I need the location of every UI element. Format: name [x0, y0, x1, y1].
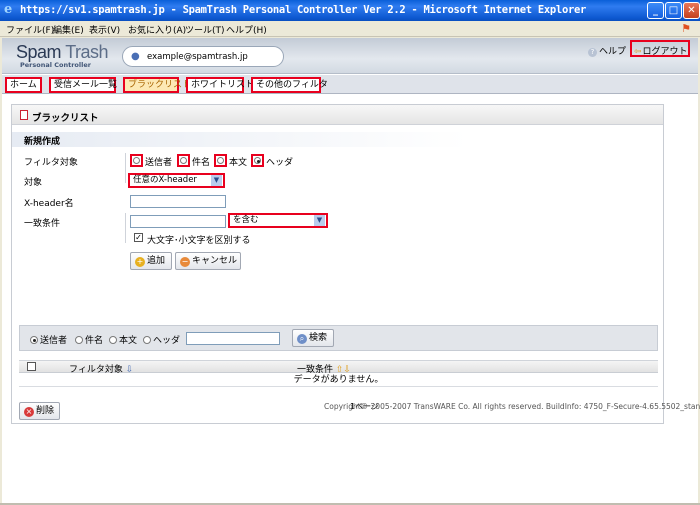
delete-button[interactable]: × 削除	[19, 402, 60, 420]
close-button[interactable]: ✕	[683, 2, 700, 19]
window-titlebar: e https://sv1.spamtrash.jp - SpamTrash P…	[0, 0, 700, 21]
tab-other-filters[interactable]: その他のフィルタ	[251, 77, 328, 93]
filter-option-sender: 送信者	[145, 158, 173, 168]
search-radio-body[interactable]: 本文	[109, 333, 137, 346]
nav-tabs: ホーム 受信メール一覧 ブラックリスト ホワイトリスト その他のフィルタ	[2, 75, 698, 94]
menu-favorites[interactable]: お気に入り(A)	[128, 23, 186, 36]
menu-tools[interactable]: ツール(T)	[185, 23, 225, 36]
user-icon: ●	[131, 51, 140, 62]
filter-radio-header[interactable]	[251, 154, 264, 167]
spamtrash-logo: Spam Trash Personal Controller	[16, 42, 116, 69]
logo-subtitle: Personal Controller	[20, 61, 91, 69]
form-divider-2	[125, 213, 126, 243]
table-header: フィルタ対象 ⇩ 一致条件 ⇧⇩	[19, 360, 658, 375]
xheader-input[interactable]	[130, 195, 226, 208]
help-icon: ?	[588, 48, 597, 57]
maximize-button[interactable]: □	[665, 2, 682, 19]
logout-button[interactable]: ⇦ログアウト	[630, 40, 690, 57]
target-label: 対象	[24, 178, 43, 188]
target-select[interactable]: 任意のX-header ▼	[128, 173, 225, 188]
case-sensitive-label: 大文字･小文字を区別する	[147, 236, 251, 246]
chevron-down-icon: ▼	[314, 215, 325, 226]
menu-file[interactable]: ファイル(F)	[6, 23, 54, 36]
search-radio-sender[interactable]: 送信者	[30, 333, 67, 346]
panel-header: ブラックリスト	[12, 105, 663, 125]
menu-edit[interactable]: 編集(E)	[53, 23, 84, 36]
window-title: https://sv1.spamtrash.jp - SpamTrash Per…	[20, 4, 587, 16]
filter-target-label: フィルタ対象	[24, 158, 78, 168]
match-select[interactable]: を含む ▼	[228, 213, 328, 228]
match-label: 一致条件	[24, 219, 61, 229]
filter-option-subject: 件名	[192, 158, 211, 168]
minimize-button[interactable]: _	[647, 2, 664, 19]
menu-help[interactable]: ヘルプ(H)	[226, 23, 267, 36]
menu-bar: ファイル(F) 編集(E) 表示(V) お気に入り(A) ツール(T) ヘルプ(…	[0, 21, 700, 37]
user-account: ● example@spamtrash.jp	[122, 46, 284, 67]
copyright: Copyright© 2005-2007 TransWARE Co. All r…	[324, 402, 700, 411]
filter-option-header: ヘッダ	[266, 158, 294, 168]
tab-inbox[interactable]: 受信メール一覧	[49, 77, 117, 93]
search-input[interactable]	[186, 332, 280, 345]
logout-icon: ⇦	[634, 47, 642, 57]
ie-icon: e	[4, 2, 13, 17]
search-radio-subject[interactable]: 件名	[75, 333, 103, 346]
help-link[interactable]: ? ヘルプ	[588, 44, 626, 57]
tab-blacklist[interactable]: ブラックリスト	[123, 77, 191, 93]
user-email: example@spamtrash.jp	[147, 52, 248, 62]
form-divider	[125, 153, 126, 183]
filter-option-body: 本文	[229, 158, 248, 168]
app-header: Spam Trash Personal Controller ● example…	[2, 38, 698, 74]
cancel-icon: −	[180, 257, 190, 267]
logo-thin: Trash	[65, 42, 109, 62]
search-radio-header[interactable]: ヘッダ	[143, 333, 180, 346]
empty-message: データがありません。	[19, 374, 658, 387]
section-title: 新規作成	[12, 132, 663, 147]
blacklist-panel: ブラックリスト 新規作成 フィルタ対象 送信者 件名 本文 ヘッダ 対象 任意の…	[11, 104, 664, 424]
search-bar: 送信者 件名 本文 ヘッダ ⌕ 検索	[19, 325, 658, 351]
page-icon	[20, 110, 28, 120]
tab-whitelist[interactable]: ホワイトリスト	[186, 77, 254, 93]
delete-icon: ×	[24, 407, 34, 417]
filter-radio-sender[interactable]	[130, 154, 143, 167]
match-input[interactable]	[130, 215, 226, 228]
search-icon: ⌕	[297, 334, 307, 344]
tab-home[interactable]: ホーム	[5, 77, 42, 93]
page-content: Spam Trash Personal Controller ● example…	[2, 38, 700, 503]
panel-title: ブラックリスト	[32, 113, 99, 124]
case-sensitive-checkbox[interactable]: ✓	[134, 233, 143, 242]
filter-radio-subject[interactable]	[177, 154, 190, 167]
chevron-down-icon: ▼	[211, 175, 222, 186]
filter-radio-body[interactable]	[214, 154, 227, 167]
cancel-button[interactable]: − キャンセル	[175, 252, 241, 270]
help-label: ヘルプ	[599, 47, 627, 57]
xheader-label: X-header名	[24, 199, 74, 209]
target-select-value: 任意のX-header	[133, 175, 197, 185]
menu-view[interactable]: 表示(V)	[89, 23, 120, 36]
add-icon: +	[135, 257, 145, 267]
match-select-value: を含む	[233, 215, 259, 225]
logo-main: Spam	[16, 42, 62, 62]
select-all-checkbox[interactable]	[27, 362, 36, 371]
logout-label: ログアウト	[642, 47, 688, 57]
windows-logo-icon: ⚑	[681, 22, 691, 35]
add-button[interactable]: + 追加	[130, 252, 172, 270]
search-button[interactable]: ⌕ 検索	[292, 329, 334, 347]
